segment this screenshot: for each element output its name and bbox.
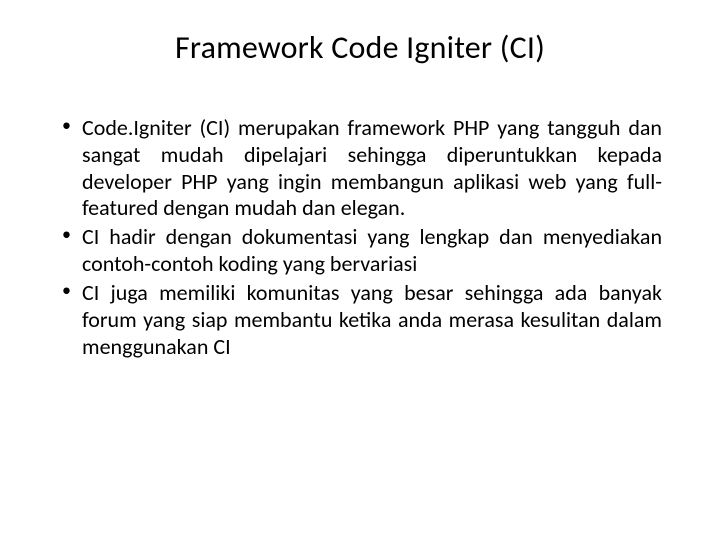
slide-title: Framework Code Igniter (CI) [58,28,662,67]
bullet-list: Code.Igniter (CI) merupakan framework PH… [58,115,662,360]
list-item: CI hadir dengan dokumentasi yang lengkap… [58,224,662,278]
list-item: Code.Igniter (CI) merupakan framework PH… [58,115,662,222]
list-item: CI juga memiliki komunitas yang besar se… [58,280,662,360]
